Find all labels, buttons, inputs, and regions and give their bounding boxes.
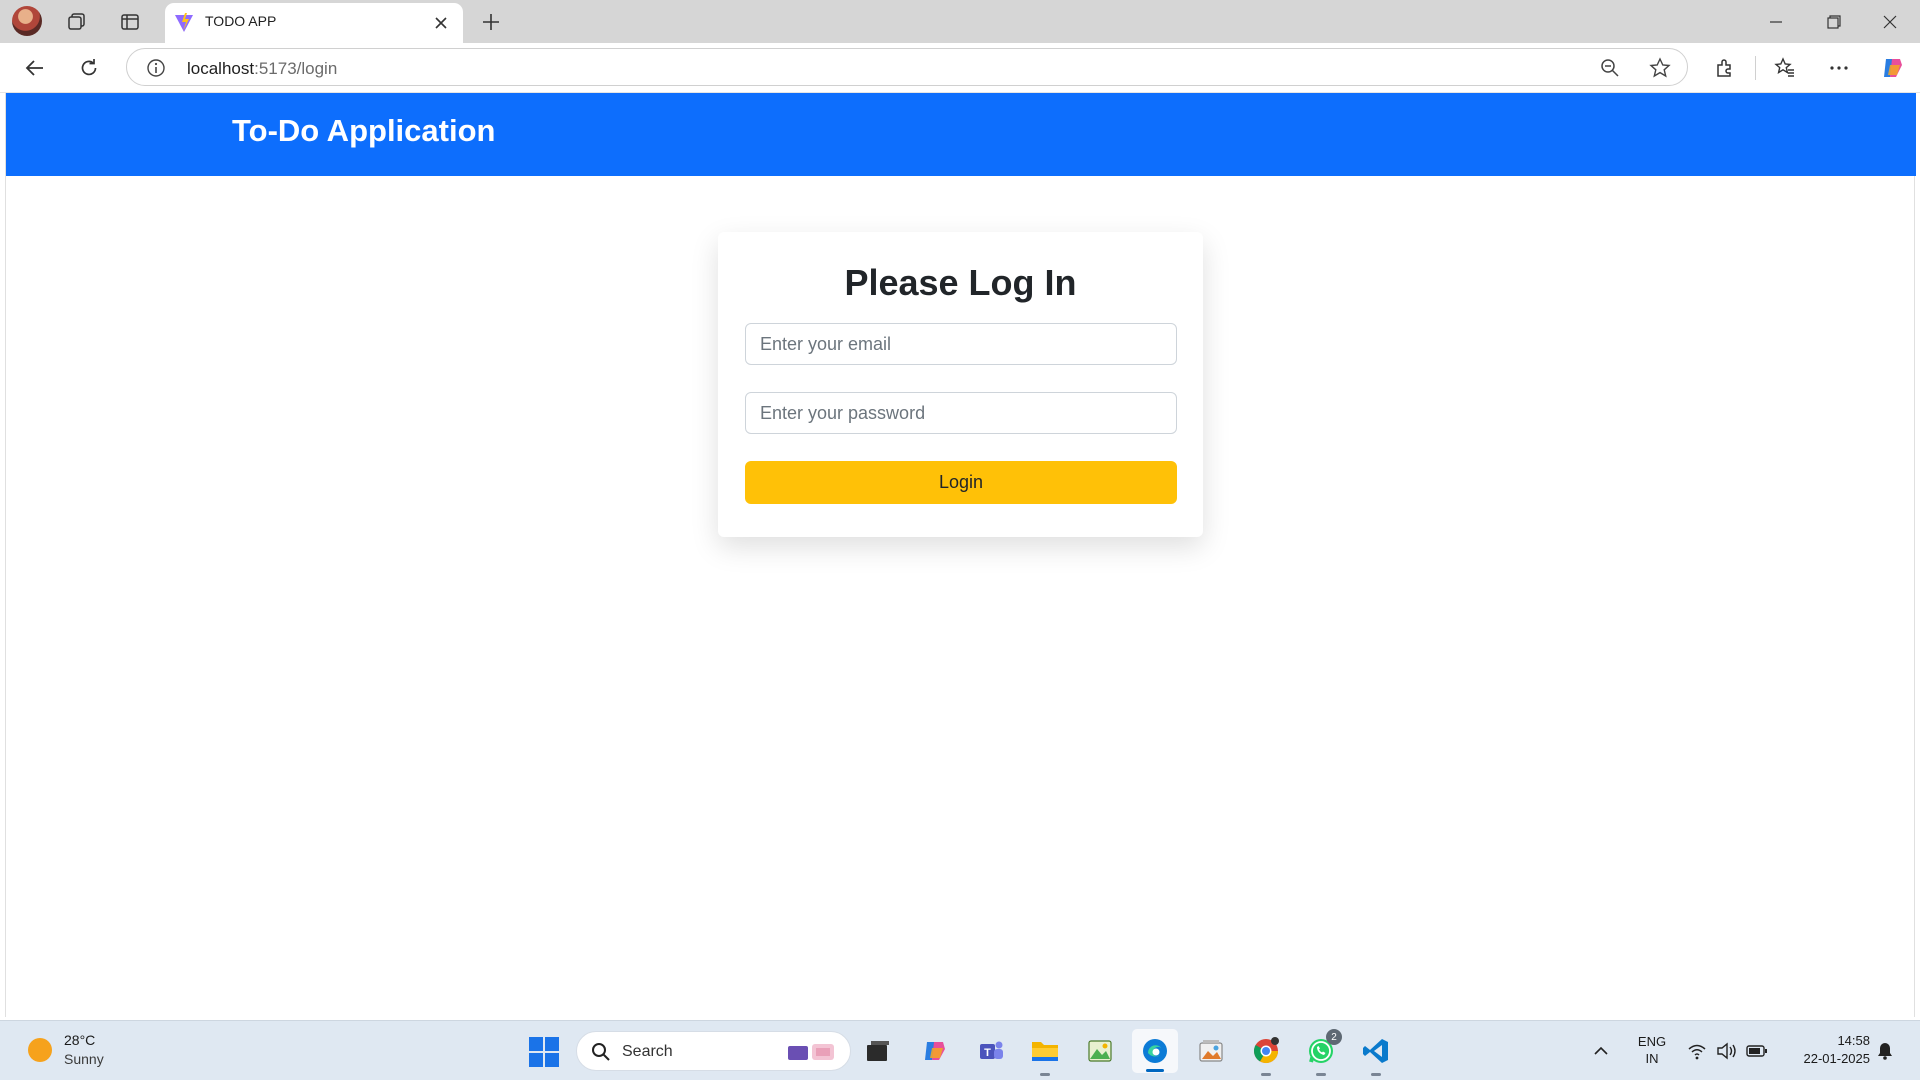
system-clock[interactable]: 14:58 22-01-2025 xyxy=(1780,1032,1871,1068)
password-input[interactable] xyxy=(745,392,1177,434)
extensions-icon[interactable] xyxy=(1708,52,1742,84)
refresh-icon[interactable] xyxy=(72,52,106,84)
svg-text:T: T xyxy=(984,1047,991,1059)
favorites-icon[interactable] xyxy=(1768,52,1802,84)
more-options-icon[interactable] xyxy=(1822,52,1856,84)
copilot-app-icon[interactable] xyxy=(918,1034,952,1068)
app-brand[interactable]: To-Do Application xyxy=(232,113,495,149)
vertical-tabs-icon[interactable] xyxy=(115,7,145,37)
minimize-icon[interactable] xyxy=(1748,0,1804,43)
show-hidden-icons-icon[interactable] xyxy=(1590,1040,1612,1062)
vscode-icon[interactable] xyxy=(1359,1034,1393,1076)
language-indicator[interactable]: ENG IN xyxy=(1632,1033,1672,1067)
battery-icon[interactable] xyxy=(1746,1040,1768,1062)
search-label: Search xyxy=(622,1043,673,1060)
close-tab-icon[interactable] xyxy=(429,11,453,35)
taskbar: 28°C Sunny Search T 2 ENG IN 14:58 22-01… xyxy=(0,1020,1920,1080)
login-button[interactable]: Login xyxy=(745,461,1177,504)
favorite-star-icon[interactable] xyxy=(1645,54,1675,82)
volume-icon[interactable] xyxy=(1716,1040,1738,1062)
browser-tab-strip: TODO APP xyxy=(0,0,1920,43)
photos-app-icon[interactable] xyxy=(1083,1034,1117,1068)
task-view-icon[interactable] xyxy=(861,1034,895,1068)
chrome-icon[interactable] xyxy=(1249,1034,1283,1076)
weather-condition[interactable]: Sunny xyxy=(64,1051,104,1067)
profile-avatar[interactable] xyxy=(12,6,42,36)
windows-start-icon[interactable] xyxy=(529,1037,559,1067)
vite-favicon-icon xyxy=(173,12,195,34)
gallery-icon[interactable] xyxy=(1194,1034,1228,1068)
whatsapp-badge: 2 xyxy=(1326,1029,1342,1045)
notification-bell-icon[interactable] xyxy=(1875,1040,1895,1062)
login-card: Please Log In Login xyxy=(718,232,1203,537)
page-viewport: To-Do Application Please Log In Login xyxy=(5,93,1916,1017)
search-icon xyxy=(591,1042,611,1062)
tab-title: TODO APP xyxy=(205,13,277,29)
wifi-icon[interactable] xyxy=(1686,1040,1708,1062)
restore-icon[interactable] xyxy=(1806,0,1862,43)
zoom-out-icon[interactable] xyxy=(1595,54,1625,82)
file-explorer-icon[interactable] xyxy=(1028,1034,1062,1076)
browser-toolbar: localhost:5173/login xyxy=(0,43,1920,93)
taskbar-search[interactable]: Search xyxy=(576,1031,851,1071)
teams-icon[interactable]: T xyxy=(974,1034,1008,1068)
url-text[interactable]: localhost:5173/login xyxy=(187,59,337,79)
site-info-icon[interactable] xyxy=(145,57,167,79)
workspaces-icon[interactable] xyxy=(62,7,92,37)
address-bar[interactable]: localhost:5173/login xyxy=(126,48,1688,86)
weather-temp[interactable]: 28°C xyxy=(64,1032,95,1048)
edge-icon[interactable] xyxy=(1132,1029,1178,1073)
back-icon[interactable] xyxy=(18,52,52,84)
close-window-icon[interactable] xyxy=(1862,0,1918,43)
login-title: Please Log In xyxy=(844,262,1077,303)
active-tab[interactable]: TODO APP xyxy=(165,3,463,43)
whatsapp-icon[interactable]: 2 xyxy=(1304,1029,1342,1076)
email-input[interactable] xyxy=(745,323,1177,365)
weather-sun-icon[interactable] xyxy=(28,1038,52,1062)
search-highlight-icon xyxy=(784,1040,840,1064)
app-navbar: To-Do Application xyxy=(6,93,1916,176)
copilot-icon[interactable] xyxy=(1876,52,1910,84)
new-tab-icon[interactable] xyxy=(475,7,507,37)
